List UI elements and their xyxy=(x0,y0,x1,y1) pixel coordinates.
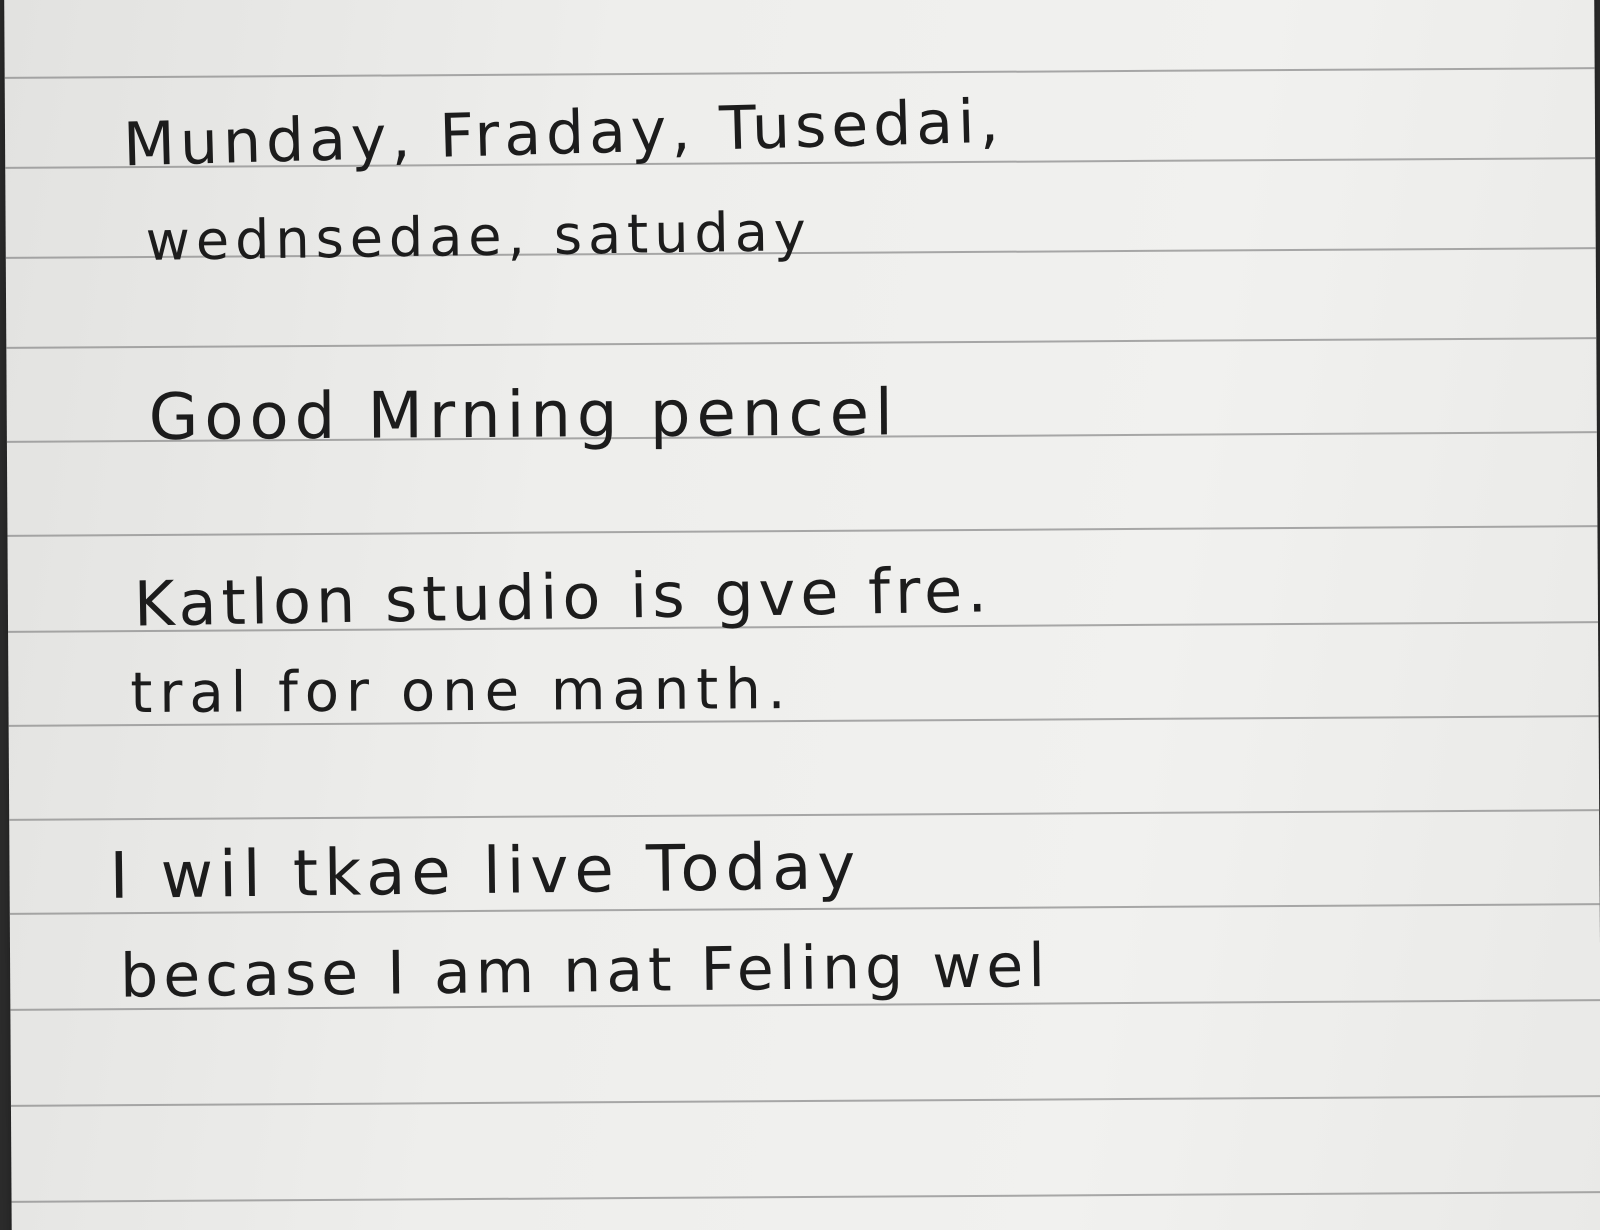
handwritten-line-6: I wil tkae live Today xyxy=(109,830,862,914)
handwritten-line-5: tral for one manth. xyxy=(130,657,793,727)
paper-rule-line xyxy=(11,1191,1600,1203)
photo-frame: Munday, Fraday, Tusedai, wednsedae, satu… xyxy=(0,0,1600,1230)
paper-rule-line xyxy=(4,67,1595,79)
paper-rule-line xyxy=(9,809,1600,821)
handwritten-line-4: Katlon studio is gve fre. xyxy=(133,553,993,641)
paper-rule-line xyxy=(7,525,1598,537)
handwritten-line-2: wednsedae, satuday xyxy=(145,200,813,273)
paper-rule-line xyxy=(10,1095,1600,1107)
handwritten-line-7: becase I am nat Feling wel xyxy=(119,931,1051,1012)
lined-paper-sheet: Munday, Fraday, Tusedai, wednsedae, satu… xyxy=(4,0,1600,1230)
handwritten-line-3: Good Mrning pencel xyxy=(148,376,900,455)
paper-rule-line xyxy=(6,337,1597,349)
